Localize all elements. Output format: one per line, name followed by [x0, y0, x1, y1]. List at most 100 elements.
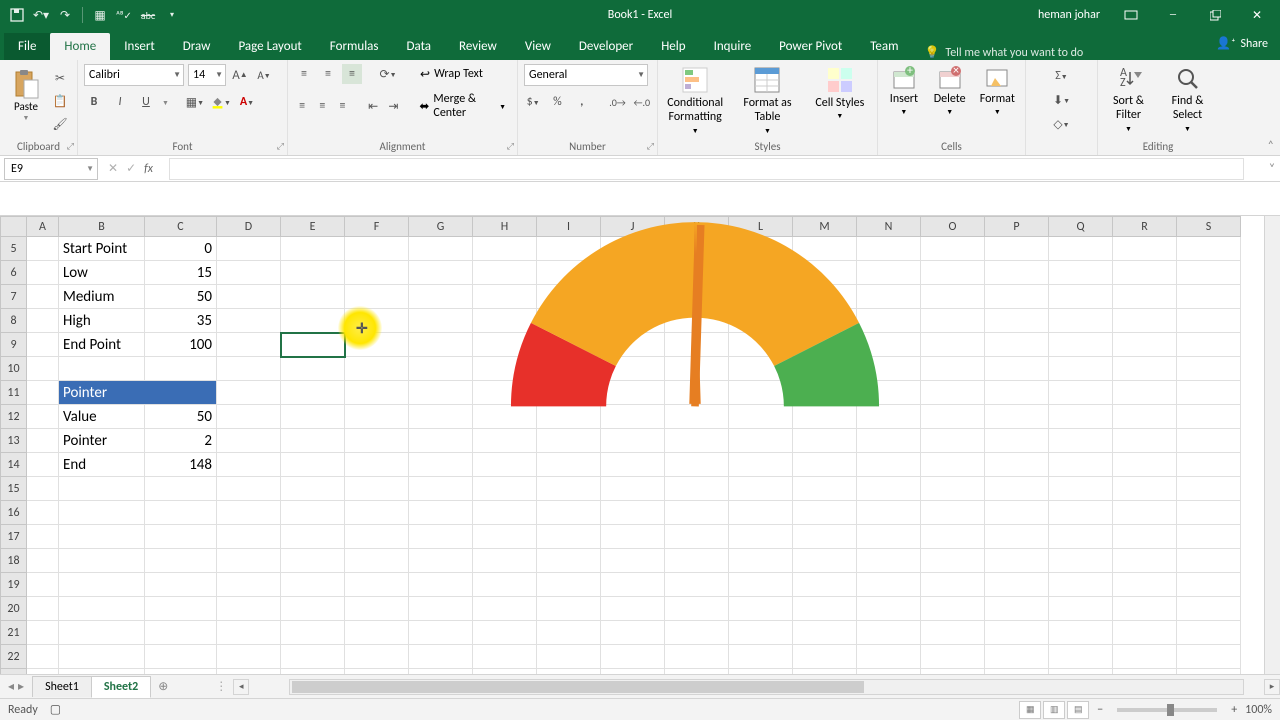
- align-top-icon[interactable]: ≡: [294, 64, 314, 84]
- tab-insert[interactable]: Insert: [110, 33, 169, 60]
- cell[interactable]: [217, 453, 281, 477]
- cell[interactable]: [345, 309, 409, 333]
- orientation-icon[interactable]: ⟳▼: [378, 64, 398, 84]
- number-launcher-icon[interactable]: ⤢: [647, 141, 654, 152]
- cell[interactable]: [345, 285, 409, 309]
- cell[interactable]: [1049, 285, 1113, 309]
- cell[interactable]: [1177, 333, 1241, 357]
- fx-icon[interactable]: fx: [144, 162, 153, 176]
- cell[interactable]: [217, 381, 281, 405]
- view-page-break-icon[interactable]: ▤: [1067, 701, 1089, 719]
- cell[interactable]: [921, 621, 985, 645]
- cell[interactable]: [217, 573, 281, 597]
- cell[interactable]: [59, 525, 145, 549]
- cell[interactable]: [217, 525, 281, 549]
- cell[interactable]: 2: [145, 429, 217, 453]
- cell[interactable]: [1177, 453, 1241, 477]
- cell[interactable]: [1049, 381, 1113, 405]
- cell[interactable]: [281, 381, 345, 405]
- cell[interactable]: [793, 645, 857, 669]
- cell[interactable]: [345, 621, 409, 645]
- cell[interactable]: [985, 501, 1049, 525]
- cancel-formula-icon[interactable]: ✕: [108, 161, 118, 176]
- cell[interactable]: [1049, 309, 1113, 333]
- borders-icon[interactable]: ▦▼: [185, 92, 205, 112]
- spellcheck-icon[interactable]: ᴬᴮ✓: [115, 6, 133, 24]
- font-color-icon[interactable]: A▼: [237, 92, 257, 112]
- cell[interactable]: [27, 525, 59, 549]
- row-header[interactable]: 21: [1, 621, 27, 645]
- cell[interactable]: Low: [59, 261, 145, 285]
- cell[interactable]: [1177, 645, 1241, 669]
- cell[interactable]: [1113, 261, 1177, 285]
- cell[interactable]: [281, 405, 345, 429]
- cell[interactable]: [1049, 453, 1113, 477]
- col-header[interactable]: E: [281, 217, 345, 237]
- cell[interactable]: [59, 549, 145, 573]
- cell[interactable]: [537, 645, 601, 669]
- cell[interactable]: [145, 525, 217, 549]
- cell[interactable]: [985, 333, 1049, 357]
- cell[interactable]: [601, 621, 665, 645]
- cell[interactable]: [27, 573, 59, 597]
- cell[interactable]: [281, 237, 345, 261]
- cell[interactable]: [217, 477, 281, 501]
- cell[interactable]: [345, 525, 409, 549]
- cell[interactable]: [985, 405, 1049, 429]
- row-header[interactable]: 22: [1, 645, 27, 669]
- cell[interactable]: [1113, 237, 1177, 261]
- autosum-icon[interactable]: Σ ▼: [1032, 66, 1091, 86]
- row-header[interactable]: 20: [1, 597, 27, 621]
- tab-page-layout[interactable]: Page Layout: [224, 33, 315, 60]
- cell[interactable]: [59, 597, 145, 621]
- cell[interactable]: [793, 597, 857, 621]
- cell[interactable]: [1049, 525, 1113, 549]
- cell[interactable]: [985, 357, 1049, 381]
- cell[interactable]: [1177, 237, 1241, 261]
- cell[interactable]: [1177, 357, 1241, 381]
- cell[interactable]: [1049, 573, 1113, 597]
- font-launcher-icon[interactable]: ⤢: [277, 141, 284, 152]
- cell[interactable]: [409, 645, 473, 669]
- cell[interactable]: [59, 621, 145, 645]
- number-format-combo[interactable]: General▼: [524, 64, 648, 86]
- cell[interactable]: [1113, 405, 1177, 429]
- cell[interactable]: Pointer: [59, 381, 145, 405]
- cell[interactable]: [27, 597, 59, 621]
- cell[interactable]: [1049, 501, 1113, 525]
- fill-icon[interactable]: ⬇ ▼: [1032, 90, 1091, 110]
- cell[interactable]: [1049, 645, 1113, 669]
- cut-icon[interactable]: ✂: [50, 68, 70, 88]
- decrease-font-icon[interactable]: A▼: [254, 65, 274, 85]
- cell[interactable]: 50: [145, 405, 217, 429]
- cell[interactable]: [473, 597, 537, 621]
- cell[interactable]: [921, 597, 985, 621]
- cell[interactable]: [1177, 597, 1241, 621]
- cell[interactable]: Pointer: [59, 429, 145, 453]
- row-header[interactable]: 7: [1, 285, 27, 309]
- insert-cells-button[interactable]: + Insert▼: [884, 66, 924, 117]
- cell[interactable]: [217, 621, 281, 645]
- cell[interactable]: [27, 549, 59, 573]
- row-header[interactable]: 6: [1, 261, 27, 285]
- cell[interactable]: [27, 645, 59, 669]
- view-page-layout-icon[interactable]: ▥: [1043, 701, 1065, 719]
- accounting-format-icon[interactable]: $▼: [524, 92, 542, 112]
- copy-icon[interactable]: 📋: [50, 91, 70, 111]
- decrease-decimal-icon[interactable]: ←.0: [633, 92, 651, 112]
- cell[interactable]: [145, 357, 217, 381]
- cell[interactable]: 15: [145, 261, 217, 285]
- tab-team[interactable]: Team: [856, 33, 912, 60]
- formula-bar[interactable]: [169, 158, 1244, 180]
- cell[interactable]: [537, 597, 601, 621]
- align-right-icon[interactable]: ≡: [334, 96, 350, 116]
- expand-formula-bar-icon[interactable]: ˅: [1264, 162, 1280, 176]
- cell[interactable]: [217, 429, 281, 453]
- align-middle-icon[interactable]: ≡: [318, 64, 338, 84]
- redo-icon[interactable]: ↷: [56, 6, 74, 24]
- undo-icon[interactable]: ↶▾: [32, 6, 50, 24]
- save-icon[interactable]: [8, 6, 26, 24]
- cell[interactable]: [1113, 597, 1177, 621]
- cell[interactable]: [1113, 429, 1177, 453]
- cell[interactable]: [345, 645, 409, 669]
